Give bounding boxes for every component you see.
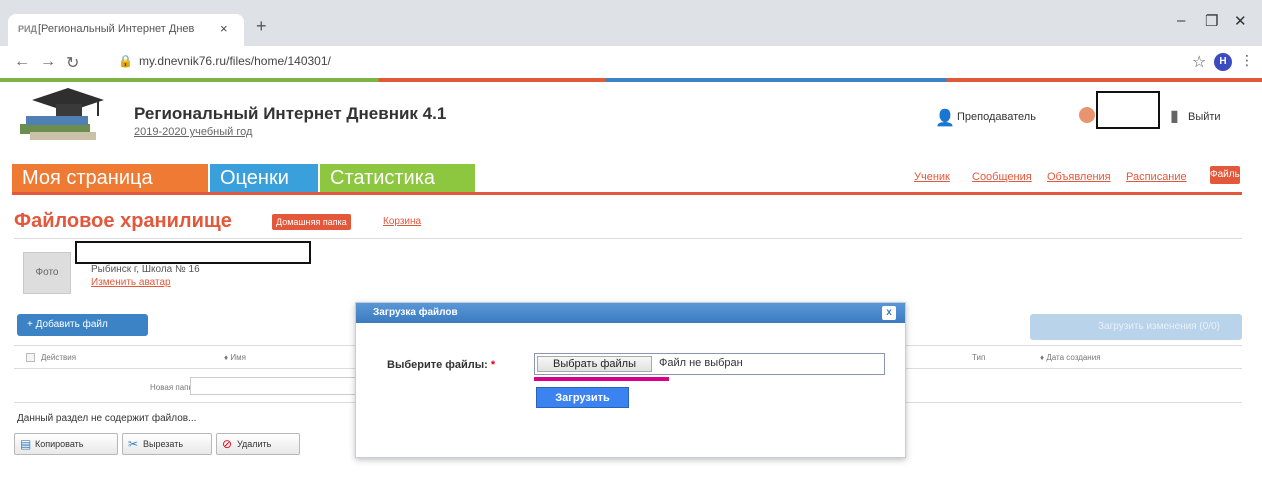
- upload-changes-button[interactable]: Загрузить изменения (0/0): [1030, 314, 1242, 340]
- column-actions: Действия: [41, 353, 77, 362]
- column-name[interactable]: ♦ Имя: [224, 353, 246, 362]
- graduation-cap-logo-icon: [20, 88, 104, 140]
- door-exit-icon: ▮: [1170, 108, 1179, 125]
- home-folder-tab[interactable]: Домашняя папка: [272, 214, 351, 230]
- file-input[interactable]: Выбрать файлы Файл не выбран: [534, 353, 885, 375]
- site-favicon-icon: РИД: [18, 24, 37, 34]
- lock-icon: 🔒: [118, 54, 133, 68]
- dialog-close-icon[interactable]: x: [882, 306, 896, 320]
- url-field[interactable]: 🔒 my.dnevnik76.ru/files/home/140301/: [118, 54, 331, 68]
- redacted-name-box: [75, 241, 311, 264]
- plus-icon: +: [27, 319, 36, 330]
- upload-files-dialog: Загрузка файлов x Выберите файлы: * Выбр…: [355, 302, 906, 458]
- required-mark: *: [490, 359, 496, 371]
- delete-icon: ⊘: [222, 437, 233, 451]
- redacted-username-box: [1096, 91, 1160, 129]
- nav-my-page[interactable]: Моя страница: [12, 164, 208, 192]
- forward-arrow-icon[interactable]: →: [40, 53, 56, 71]
- add-file-label: Добавить файл: [35, 319, 108, 330]
- cut-button[interactable]: ✂ Вырезать: [122, 433, 212, 455]
- school-year-link[interactable]: 2019-2020 учебный год: [134, 126, 252, 138]
- copy-button[interactable]: ▤ Копировать: [14, 433, 118, 455]
- nav-grades[interactable]: Оценки: [210, 164, 318, 192]
- subnav-schedule[interactable]: Расписание: [1126, 171, 1187, 183]
- reload-icon[interactable]: ↻: [66, 53, 79, 73]
- role-link[interactable]: Преподаватель: [957, 111, 1036, 123]
- column-created[interactable]: ♦ Дата создания: [1040, 353, 1101, 362]
- trash-link[interactable]: Корзина: [383, 216, 421, 227]
- new-folder-input[interactable]: [190, 377, 360, 395]
- window-minimize-icon[interactable]: –: [1177, 12, 1185, 29]
- choose-files-button[interactable]: Выбрать файлы: [537, 356, 652, 372]
- column-type: Тип: [972, 353, 986, 362]
- divider: [14, 238, 1242, 239]
- dialog-title: Загрузка файлов: [356, 303, 905, 323]
- delete-label: Удалить: [237, 439, 272, 449]
- avatar: Фото: [23, 252, 71, 294]
- choose-files-label: Выберите файлы: *: [387, 359, 496, 371]
- change-avatar-link[interactable]: Изменить аватар: [91, 277, 171, 288]
- tab-close-icon[interactable]: ×: [220, 21, 228, 36]
- user-avatar-icon: [1079, 107, 1095, 123]
- tab-title: [Региональный Интернет Днев: [38, 23, 195, 35]
- address-bar: ← → ↻ 🔒 my.dnevnik76.ru/files/home/140301…: [0, 46, 1262, 78]
- page-title: Файловое хранилище: [14, 210, 232, 232]
- window-close-icon[interactable]: ✕: [1234, 12, 1247, 30]
- nav-statistics[interactable]: Статистика: [320, 164, 475, 192]
- add-file-button[interactable]: + Добавить файл: [17, 314, 148, 336]
- cut-label: Вырезать: [143, 439, 184, 449]
- school-info: Рыбинск г, Школа № 16: [91, 264, 200, 275]
- subnav-messages[interactable]: Сообщения: [972, 171, 1032, 183]
- copy-label: Копировать: [35, 439, 84, 449]
- cut-icon: ✂: [128, 437, 139, 451]
- empty-message: Данный раздел не содержит файлов...: [17, 413, 197, 424]
- delete-button[interactable]: ⊘ Удалить: [216, 433, 300, 455]
- decorative-color-line: [0, 78, 1262, 82]
- new-tab-icon[interactable]: +: [256, 16, 267, 37]
- browser-tab-bar: РИД [Региональный Интернет Днев × + – ❐ …: [0, 0, 1262, 46]
- subnav-student[interactable]: Ученик: [914, 171, 950, 183]
- copy-icon: ▤: [20, 437, 32, 451]
- logout-link[interactable]: Выйти: [1188, 111, 1221, 123]
- browser-menu-icon[interactable]: ⋮: [1240, 52, 1254, 69]
- window-maximize-icon[interactable]: ❐: [1205, 12, 1218, 30]
- site-title: Региональный Интернет Дневник 4.1: [134, 104, 447, 123]
- upload-button[interactable]: Загрузить: [536, 387, 629, 408]
- url-text: my.dnevnik76.ru/files/home/140301/: [138, 54, 331, 68]
- nav-divider: [12, 192, 1242, 195]
- file-status-text: Файл не выбран: [659, 357, 743, 369]
- teacher-icon: 👤: [935, 110, 955, 127]
- subnav-files[interactable]: Файлы: [1210, 166, 1242, 184]
- bookmark-star-icon[interactable]: ☆: [1192, 52, 1206, 72]
- highlight-underline: [534, 377, 669, 381]
- select-all-checkbox[interactable]: [26, 353, 35, 362]
- profile-avatar[interactable]: Н: [1214, 53, 1232, 71]
- back-arrow-icon[interactable]: ←: [14, 53, 30, 71]
- subnav-announcements[interactable]: Объявления: [1047, 171, 1111, 183]
- browser-tab[interactable]: РИД [Региональный Интернет Днев ×: [8, 14, 244, 46]
